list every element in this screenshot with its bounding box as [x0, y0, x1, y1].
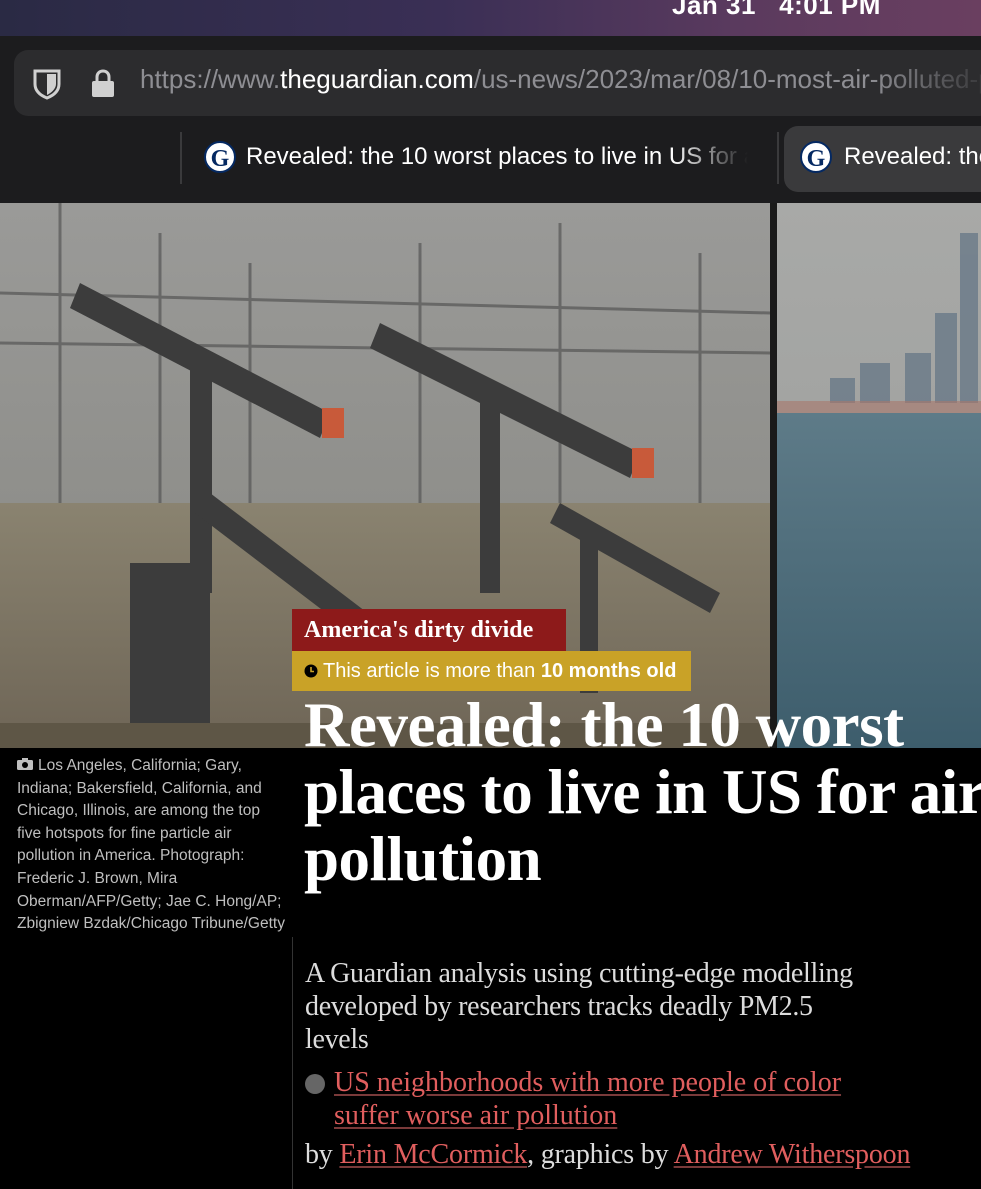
status-time: 4:01 PM — [779, 0, 881, 20]
tab-divider — [180, 132, 182, 184]
camera-icon — [17, 758, 33, 770]
lock-icon — [92, 69, 114, 97]
article-headline: Revealed: the 10 worst places to live in… — [304, 690, 981, 894]
status-bar: Jan 31 4:01 PM — [0, 0, 981, 36]
article-age-notice: This article is more than 10 months old — [292, 651, 691, 691]
related-article-link[interactable]: US neighborhoods with more people of col… — [334, 1066, 865, 1132]
bullet-icon — [305, 1074, 325, 1094]
author-link[interactable]: Erin McCormick — [339, 1139, 527, 1170]
caption-text: Los Angeles, California; Gary, Indiana; … — [17, 757, 285, 933]
byline-middle: , graphics by — [527, 1139, 674, 1170]
article-standfirst: A Guardian analysis using cutting-edge m… — [305, 958, 853, 1055]
tab-article-2[interactable]: G Revealed: the 10 worst places to live … — [784, 126, 981, 192]
guardian-favicon-icon: G — [800, 141, 832, 173]
address-bar[interactable]: https://www.theguardian.com/us-news/2023… — [14, 50, 981, 116]
url-prefix: https://www. — [140, 64, 281, 94]
clock-icon — [304, 664, 318, 678]
article-byline: by Erin McCormick, graphics by Andrew Wi… — [305, 1138, 981, 1171]
graphics-author-link[interactable]: Andrew Witherspoon — [674, 1139, 911, 1170]
url-path: /us-news/2023/mar/08/10-most-air-pollute… — [473, 64, 981, 94]
related-article: US neighborhoods with more people of col… — [305, 1066, 865, 1132]
age-notice-age: 10 months old — [540, 660, 677, 682]
byline-prefix: by — [305, 1139, 340, 1170]
status-date: Jan 31 — [672, 0, 756, 20]
tab-title: Revealed: the 10 worst places to live in… — [844, 143, 981, 170]
url-domain: theguardian.com — [280, 64, 474, 94]
url-text[interactable]: https://www.theguardian.com/us-news/2023… — [140, 64, 981, 95]
photo-caption: Los Angeles, California; Gary, Indiana; … — [17, 755, 285, 936]
tab-divider — [777, 132, 779, 184]
age-notice-prefix: This article is more than — [323, 660, 541, 682]
guardian-favicon-icon: G — [204, 141, 236, 173]
tab-title: Revealed: the 10 worst places to live in… — [246, 143, 748, 170]
shield-icon[interactable] — [32, 68, 62, 100]
tab-article-1[interactable]: G Revealed: the 10 worst places to live … — [190, 126, 770, 192]
browser-chrome: https://www.theguardian.com/us-news/2023… — [0, 36, 981, 203]
series-label[interactable]: America's dirty divide — [292, 609, 566, 651]
status-datetime: Jan 31 4:01 PM — [672, 0, 881, 21]
column-divider — [292, 937, 293, 1189]
